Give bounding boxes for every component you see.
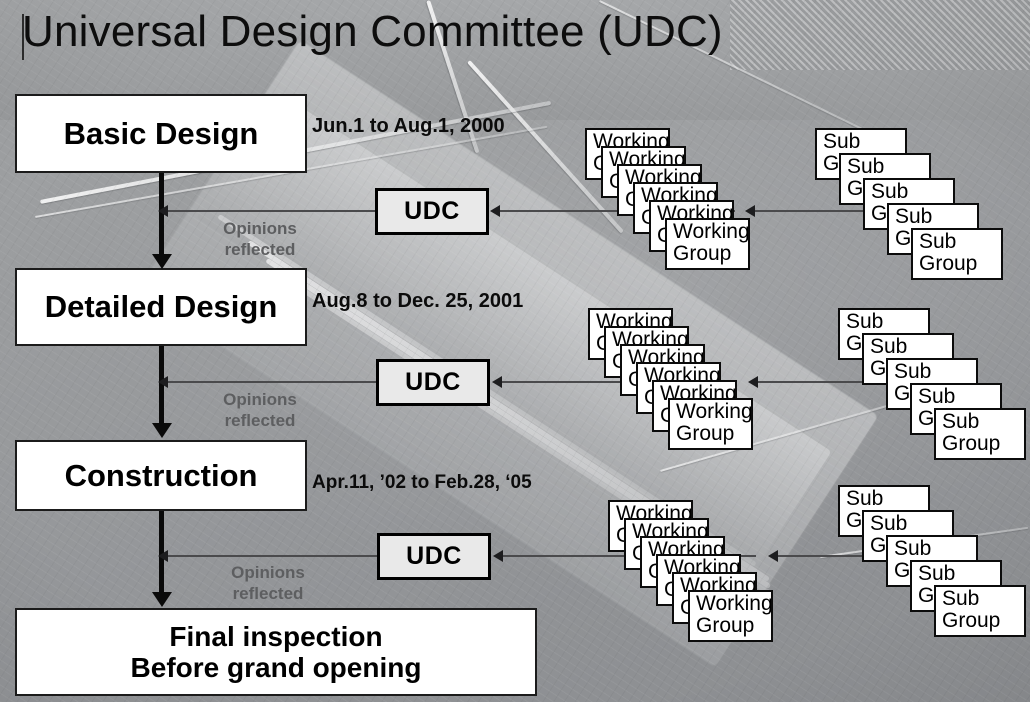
udc-box-row-1[interactable]: UDC xyxy=(375,188,489,235)
opinions-line-1: Opinions xyxy=(223,390,297,409)
udc-box-row-3[interactable]: UDC xyxy=(377,533,491,580)
sub-group-card[interactable]: Sub Group xyxy=(934,585,1026,637)
udc-to-phase-arrowhead-1 xyxy=(158,205,168,217)
card-line-1: Working xyxy=(673,220,750,243)
card-line-1: Sub xyxy=(895,205,933,228)
opinions-line-2: reflected xyxy=(224,411,296,431)
date-label-detailed-design: Aug.8 to Dec. 25, 2001 xyxy=(312,290,524,312)
wg-to-udc-arrowhead-2 xyxy=(492,376,502,388)
card-line-1: Sub xyxy=(871,180,909,203)
phase-box-basic-design[interactable]: Basic Design xyxy=(15,94,307,173)
udc-to-phase-line-2 xyxy=(168,381,376,383)
sub-to-wg-arrowhead-3 xyxy=(768,550,778,562)
card-line-1: Sub xyxy=(942,410,980,433)
card-line-1: Sub xyxy=(918,562,956,585)
udc-to-phase-arrowhead-2 xyxy=(158,376,168,388)
opinions-line-2: reflected xyxy=(232,584,304,604)
phase-box-detailed-design[interactable]: Detailed Design xyxy=(15,268,307,346)
sub-group-card[interactable]: Sub Group xyxy=(911,228,1003,280)
flow-arrow-head-2 xyxy=(152,423,172,438)
card-line-1: Working xyxy=(676,400,753,423)
card-line-1: Sub xyxy=(942,587,980,610)
card-line-1: Sub xyxy=(894,537,932,560)
flow-arrow-head-1 xyxy=(152,254,172,269)
udc-to-phase-line-1 xyxy=(168,210,375,212)
slide-canvas: Universal Design Committee (UDC) Basic D… xyxy=(0,0,1030,702)
page-title: Universal Design Committee (UDC) xyxy=(22,7,723,56)
opinions-reflected-label-3: Opinions reflected xyxy=(208,562,328,605)
opinions-line-1: Opinions xyxy=(231,563,305,582)
udc-to-phase-line-3 xyxy=(168,555,377,557)
card-line-1: Sub xyxy=(846,487,884,510)
phase-box-construction[interactable]: Construction xyxy=(15,440,307,511)
udc-box-row-2[interactable]: UDC xyxy=(376,359,490,406)
final-inspection-line-1: Final inspection xyxy=(169,620,383,652)
card-line-2: Group xyxy=(942,432,1001,456)
card-line-1: Sub xyxy=(846,310,884,333)
udc-to-phase-arrowhead-3 xyxy=(158,550,168,562)
opinions-line-2: reflected xyxy=(224,240,296,260)
opinions-line-1: Opinions xyxy=(223,219,297,238)
card-line-1: Sub xyxy=(823,130,861,153)
sub-group-card[interactable]: Sub Group xyxy=(934,408,1026,460)
card-line-2: Group xyxy=(696,614,755,638)
working-group-card[interactable]: Working Group xyxy=(668,398,753,450)
opinions-reflected-label-1: Opinions reflected xyxy=(200,218,320,261)
card-line-2: Group xyxy=(942,609,1001,633)
card-line-1: Sub xyxy=(919,230,957,253)
working-group-card[interactable]: Working Group xyxy=(665,218,750,270)
card-line-2: Group xyxy=(673,242,732,266)
wg-to-udc-arrowhead-1 xyxy=(490,205,500,217)
opinions-reflected-label-2: Opinions reflected xyxy=(200,389,320,432)
working-group-card[interactable]: Working Group xyxy=(688,590,773,642)
date-label-basic-design: Jun.1 to Aug.1, 2000 xyxy=(312,115,505,137)
card-line-1: Sub xyxy=(894,360,932,383)
sub-to-wg-arrowhead-2 xyxy=(748,376,758,388)
card-line-2: Group xyxy=(919,252,978,276)
date-label-construction: Apr.11, ’02 to Feb.28, ‘05 xyxy=(312,472,532,493)
final-inspection-line-2: Before grand opening xyxy=(130,652,422,683)
card-line-2: Group xyxy=(676,422,735,446)
flow-arrow-head-3 xyxy=(152,592,172,607)
card-line-1: Sub xyxy=(870,512,908,535)
card-line-1: Sub xyxy=(870,335,908,358)
phase-box-final-inspection[interactable]: Final inspection Before grand opening xyxy=(15,608,537,696)
sub-to-wg-arrowhead-1 xyxy=(745,205,755,217)
card-line-1: Sub xyxy=(918,385,956,408)
card-line-1: Working xyxy=(696,592,773,615)
wg-to-udc-arrowhead-3 xyxy=(493,550,503,562)
card-line-1: Sub xyxy=(847,155,885,178)
